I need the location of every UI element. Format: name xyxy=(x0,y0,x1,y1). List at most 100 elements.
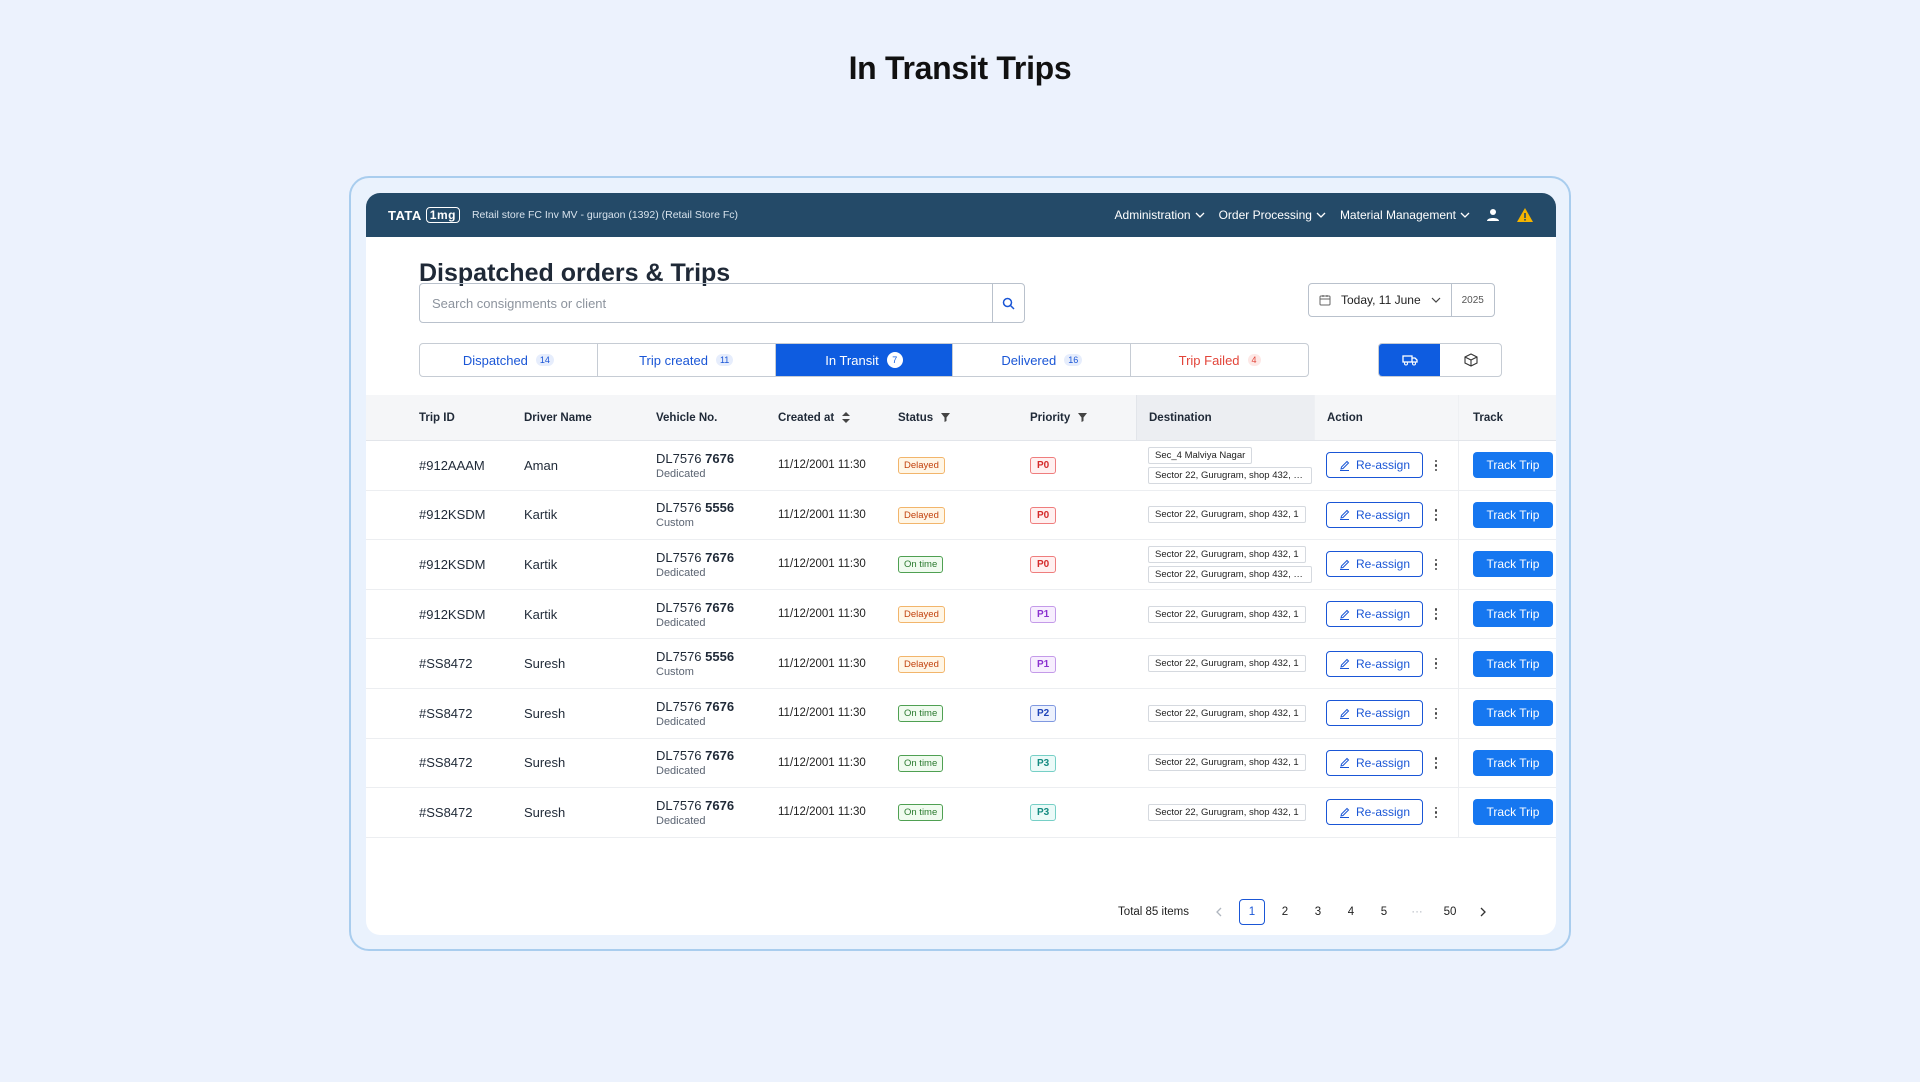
track-cell: Track Trip xyxy=(1458,490,1556,540)
reassign-button[interactable]: Re-assign xyxy=(1326,452,1424,479)
brand-logo[interactable]: TATA 1mg xyxy=(388,207,460,223)
trip-id: #SS8472 xyxy=(419,656,473,672)
driver-name: Suresh xyxy=(524,804,566,820)
track-trip-button[interactable]: Track Trip xyxy=(1473,749,1553,776)
header-vehicle: Vehicle No. xyxy=(656,395,778,440)
track-trip-button[interactable]: Track Trip xyxy=(1473,551,1553,578)
vehicle-type: Dedicated xyxy=(656,616,706,629)
search-button[interactable] xyxy=(992,284,1024,322)
track-trip-button[interactable]: Track Trip xyxy=(1473,601,1553,628)
vehicle-number: DL7576 7676 xyxy=(656,699,778,714)
more-options-icon[interactable] xyxy=(1431,558,1441,571)
tab-delivered[interactable]: Delivered 16 xyxy=(953,344,1132,376)
sort-icon[interactable] xyxy=(842,412,851,423)
menu-administration[interactable]: Administration xyxy=(1115,208,1205,222)
header-created[interactable]: Created at xyxy=(778,395,898,440)
more-options-icon[interactable] xyxy=(1431,509,1441,521)
menu-material-management[interactable]: Material Management xyxy=(1340,208,1470,222)
vehicle-prefix: DL7576 xyxy=(656,549,702,565)
reassign-button[interactable]: Re-assign xyxy=(1326,501,1424,528)
vehicle-cell: DL7576 7676 Dedicated xyxy=(656,550,778,579)
calendar-icon xyxy=(1319,295,1331,306)
driver-name: Suresh xyxy=(524,705,566,721)
reassign-button[interactable]: Re-assign xyxy=(1326,650,1424,677)
track-trip-button[interactable]: Track Trip xyxy=(1473,700,1553,727)
reassign-button[interactable]: Re-assign xyxy=(1326,601,1424,628)
vehicle-suffix: 7676 xyxy=(705,450,735,466)
prev-page-button[interactable] xyxy=(1206,899,1232,925)
track-cell: Track Trip xyxy=(1458,639,1556,688)
trip-id: #SS8472 xyxy=(419,755,473,771)
more-options-icon[interactable] xyxy=(1431,657,1441,670)
tab-in-transit[interactable]: In Transit 7 xyxy=(775,344,954,376)
reassign-button[interactable]: Re-assign xyxy=(1326,551,1424,578)
header-label: Action xyxy=(1327,411,1363,424)
tab-label: Delivered xyxy=(1001,352,1057,368)
track-trip-button[interactable]: Track Trip xyxy=(1473,650,1553,677)
page-5[interactable]: 5 xyxy=(1371,899,1397,925)
action-cell: Re-assign xyxy=(1314,551,1458,578)
next-page-button[interactable] xyxy=(1470,899,1496,925)
status-badge: Delayed xyxy=(898,606,945,624)
page-1[interactable]: 1 xyxy=(1239,899,1265,925)
top-navbar: TATA 1mg Retail store FC Inv MV - gurgao… xyxy=(366,193,1556,237)
view-toggle xyxy=(1378,343,1502,377)
more-options-icon[interactable] xyxy=(1431,707,1441,720)
date-select[interactable]: Today, 11 June xyxy=(1309,284,1452,316)
search-icon xyxy=(1002,297,1015,310)
search-input[interactable] xyxy=(420,284,992,322)
track-trip-button[interactable]: Track Trip xyxy=(1473,799,1553,826)
page-50[interactable]: 50 xyxy=(1437,899,1463,925)
header-status[interactable]: Status xyxy=(898,395,1030,440)
table-row: #SS8472 Suresh DL7576 7676 Dedicated 11/… xyxy=(366,738,1556,789)
table-row: #912KSDM Kartik DL7576 7676 Dedicated 11… xyxy=(366,589,1556,640)
page-3[interactable]: 3 xyxy=(1305,899,1331,925)
warning-icon[interactable] xyxy=(1516,206,1534,224)
more-options-icon[interactable] xyxy=(1431,459,1441,472)
menu-order-processing[interactable]: Order Processing xyxy=(1219,208,1326,222)
action-cell: Re-assign xyxy=(1314,452,1458,479)
track-cell: Track Trip xyxy=(1458,738,1556,788)
header-priority[interactable]: Priority xyxy=(1030,395,1136,440)
destination-cell: Sector 22, Gurugram, shop 432, 1 Sector 2… xyxy=(1136,540,1314,589)
vehicle-prefix: DL7576 xyxy=(656,500,702,516)
chevron-down-icon xyxy=(1431,297,1441,303)
tab-trip-failed[interactable]: Trip Failed 4 xyxy=(1131,344,1308,376)
page-4[interactable]: 4 xyxy=(1338,899,1364,925)
header-label: Destination xyxy=(1149,411,1212,424)
table-row: #SS8472 Suresh DL7576 5556 Custom 11/12/… xyxy=(366,639,1556,689)
vehicle-prefix: DL7576 xyxy=(656,450,702,466)
tab-dispatched[interactable]: Dispatched 14 xyxy=(420,344,598,376)
priority-badge: P0 xyxy=(1030,457,1057,475)
track-trip-button[interactable]: Track Trip xyxy=(1473,452,1553,479)
track-trip-button[interactable]: Track Trip xyxy=(1473,501,1553,528)
reassign-button[interactable]: Re-assign xyxy=(1326,749,1424,776)
filter-icon[interactable] xyxy=(941,413,951,422)
destination-chip: Sector 22, Gurugram, shop 432, 1 xyxy=(1148,655,1306,673)
more-options-icon[interactable] xyxy=(1431,806,1441,819)
vehicle-suffix: 5556 xyxy=(705,649,735,665)
driver-name: Aman xyxy=(524,457,558,473)
filter-icon[interactable] xyxy=(1078,413,1088,422)
edit-icon xyxy=(1340,559,1350,570)
header-driver: Driver Name xyxy=(524,395,656,440)
year-select[interactable]: 2025 xyxy=(1452,284,1494,316)
reassign-button[interactable]: Re-assign xyxy=(1326,700,1424,727)
pagination: Total 85 items 1 2 3 4 5 ··· 50 xyxy=(1118,899,1496,925)
trip-id: #912KSDM xyxy=(419,606,486,622)
priority-badge: P0 xyxy=(1030,506,1057,524)
user-icon[interactable] xyxy=(1484,206,1502,224)
page-2[interactable]: 2 xyxy=(1272,899,1298,925)
reassign-button[interactable]: Re-assign xyxy=(1326,799,1424,826)
driver-name: Kartik xyxy=(524,606,558,622)
status-cell: Delayed xyxy=(898,605,1030,624)
vehicle-number: DL7576 7676 xyxy=(656,600,778,615)
truck-view-button[interactable] xyxy=(1379,344,1440,376)
package-view-button[interactable] xyxy=(1440,344,1501,376)
more-options-icon[interactable] xyxy=(1431,608,1441,620)
destination-chip: Sector 22, Gurugram, shop 432, 1 xyxy=(1148,605,1306,623)
page-ellipsis[interactable]: ··· xyxy=(1404,899,1430,925)
more-options-icon[interactable] xyxy=(1431,757,1441,769)
tab-trip-created[interactable]: Trip created 11 xyxy=(598,344,776,376)
action-cell: Re-assign xyxy=(1314,700,1458,727)
